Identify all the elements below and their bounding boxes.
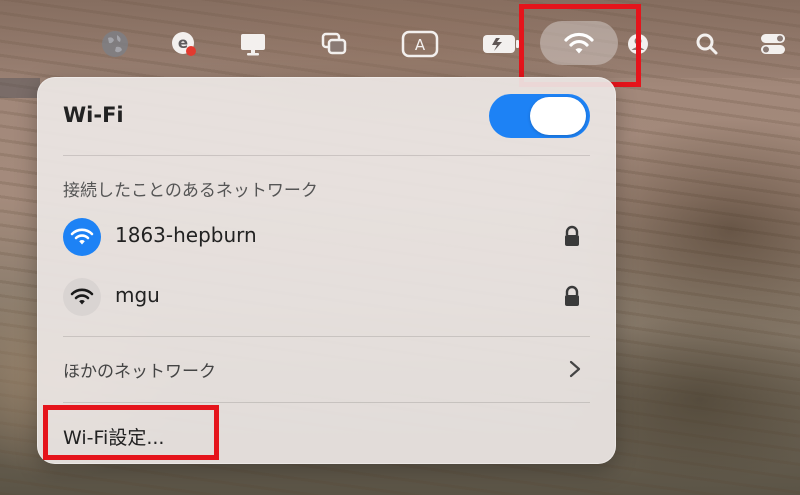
wifi-toggle[interactable]	[489, 94, 590, 138]
battery-charging-icon[interactable]	[478, 24, 524, 64]
stage-manager-icon[interactable]	[315, 24, 353, 64]
divider	[63, 336, 590, 337]
divider	[63, 155, 590, 156]
wifi-panel-title: Wi-Fi	[63, 103, 124, 127]
input-source-letter: A	[415, 36, 426, 54]
wifi-signal-icon	[63, 218, 101, 256]
network-item-mgu[interactable]: mgu	[51, 275, 602, 325]
divider	[63, 402, 590, 403]
wifi-icon-highlight	[519, 4, 641, 87]
search-icon[interactable]	[690, 24, 724, 64]
wifi-signal-icon	[63, 278, 101, 316]
network-name: 1863-hepburn	[115, 223, 257, 247]
known-networks-heading: 接続したことのあるネットワーク	[63, 181, 318, 201]
menu-bar: e A	[0, 0, 800, 78]
globe-icon[interactable]	[96, 24, 134, 64]
input-source-icon[interactable]: A	[398, 24, 442, 64]
network-item-1863-hepburn[interactable]: 1863-hepburn	[51, 215, 602, 265]
lock-icon	[565, 285, 579, 306]
display-icon[interactable]	[234, 24, 272, 64]
control-center-icon[interactable]	[756, 24, 790, 64]
window-edge	[0, 78, 40, 98]
chevron-right-icon	[569, 360, 581, 378]
wifi-toggle-knob	[530, 97, 586, 135]
network-name: mgu	[115, 283, 160, 307]
other-networks-label: ほかのネットワーク	[63, 362, 216, 382]
lock-icon	[565, 225, 579, 246]
other-networks-item[interactable]: ほかのネットワーク	[51, 348, 602, 388]
extension-icon[interactable]: e	[165, 24, 203, 64]
wifi-settings-highlight	[43, 405, 219, 460]
